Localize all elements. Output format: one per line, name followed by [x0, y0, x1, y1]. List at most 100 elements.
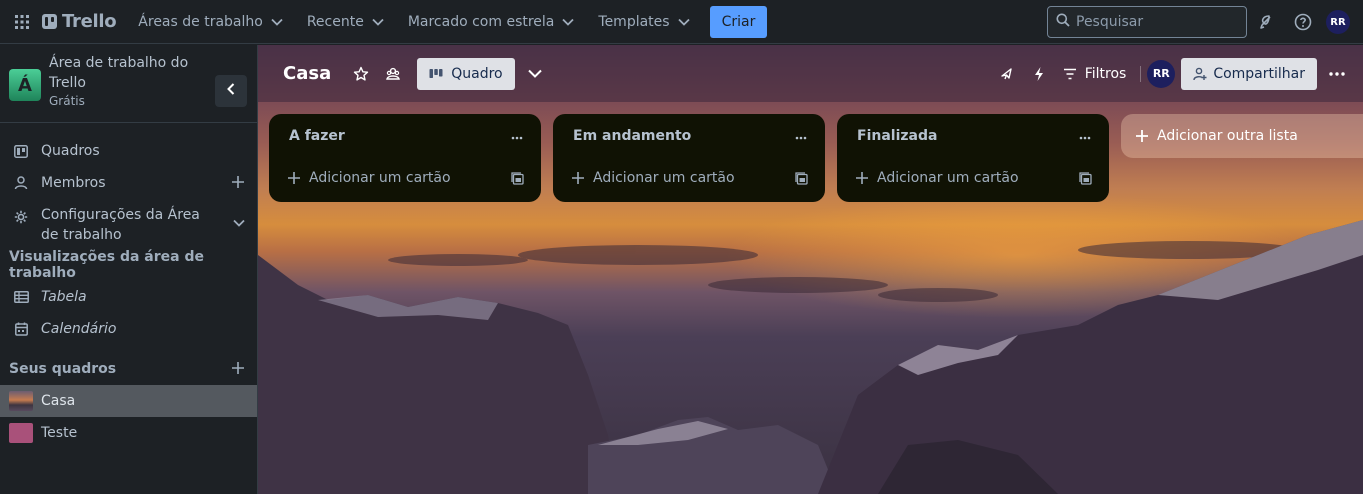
- power-ups-icon[interactable]: [991, 58, 1023, 90]
- collapse-sidebar-button[interactable]: [215, 75, 247, 107]
- star-icon[interactable]: [345, 58, 377, 90]
- add-card-button[interactable]: Adicionar um cartão: [277, 162, 533, 194]
- workspace-views-heading: Visualizações da área de trabalho: [0, 249, 257, 281]
- add-person-icon: [1193, 67, 1207, 81]
- chevron-down-icon: [372, 18, 384, 26]
- menu-workspaces-label: Áreas de trabalho: [138, 13, 263, 30]
- chevron-down-icon: [271, 18, 283, 26]
- sidebar-item-boards[interactable]: Quadros: [0, 135, 257, 167]
- board-member-initials: RR: [1152, 67, 1170, 80]
- menu-templates-label: Templates: [598, 13, 670, 30]
- menu-recent-label: Recente: [306, 13, 364, 30]
- list-em-andamento[interactable]: Em andamento Adicionar um cartão: [553, 114, 825, 202]
- list-title[interactable]: Finalizada: [857, 128, 937, 144]
- sidebar-item-settings[interactable]: Configurações da Área de trabalho: [0, 199, 257, 249]
- search-input[interactable]: [1076, 14, 1236, 30]
- add-list-button[interactable]: Adicionar outra lista: [1121, 114, 1363, 158]
- person-icon: [13, 175, 29, 191]
- workspace-name[interactable]: Área de trabalho do Trello: [49, 53, 199, 93]
- plus-icon: [1135, 129, 1149, 143]
- board-thumbnail: [9, 423, 33, 443]
- add-card-button[interactable]: Adicionar um cartão: [561, 162, 817, 194]
- board-title[interactable]: Casa: [283, 63, 331, 84]
- automation-icon[interactable]: [1023, 58, 1055, 90]
- create-button[interactable]: Criar: [709, 5, 768, 38]
- card-template-icon[interactable]: [509, 170, 525, 186]
- sidebar-item-label: Configurações da Área de trabalho: [41, 207, 200, 243]
- workspace-badge[interactable]: Á: [9, 69, 41, 101]
- board-icon: [13, 143, 29, 159]
- sidebar-item-calendar[interactable]: Calendário: [0, 313, 257, 345]
- more-options-icon[interactable]: [1321, 58, 1353, 90]
- share-button[interactable]: Compartilhar: [1181, 57, 1317, 90]
- board-name: Teste: [41, 425, 78, 441]
- header-divider: [1140, 65, 1142, 82]
- chevron-down-icon[interactable]: [519, 58, 551, 90]
- sidebar-item-label: Calendário: [41, 321, 117, 337]
- share-label: Compartilhar: [1213, 65, 1305, 82]
- add-card-button[interactable]: Adicionar um cartão: [845, 162, 1101, 194]
- filters-button[interactable]: Filtros: [1063, 65, 1127, 82]
- menu-starred[interactable]: Marcado com estrela: [398, 6, 585, 38]
- list-finalizada[interactable]: Finalizada Adicionar um cartão: [837, 114, 1109, 202]
- account-avatar[interactable]: RR: [1326, 10, 1350, 34]
- board-view-label: Quadro: [451, 65, 503, 82]
- calendar-icon: [13, 321, 29, 337]
- menu-recent[interactable]: Recente: [297, 6, 394, 38]
- table-icon: [13, 289, 29, 305]
- search-icon: [1056, 13, 1070, 31]
- chevron-down-icon: [677, 18, 690, 26]
- card-template-icon[interactable]: [793, 170, 809, 186]
- help-icon[interactable]: [1291, 10, 1315, 34]
- menu-templates[interactable]: Templates: [588, 6, 699, 38]
- plus-icon: [287, 171, 301, 185]
- app-switcher-icon[interactable]: [6, 6, 38, 38]
- board-header: Casa Quadro Filtros RR Compartilhar: [258, 45, 1363, 102]
- sidebar-item-members[interactable]: Membros: [0, 167, 257, 199]
- workspace-plan: Grátis: [49, 94, 85, 108]
- workspace-views-heading-label: Visualizações da área de trabalho: [9, 249, 204, 281]
- chevron-left-icon: [227, 83, 235, 99]
- sidebar-board-teste[interactable]: Teste: [0, 417, 257, 449]
- menu-starred-label: Marcado com estrela: [407, 13, 555, 30]
- menu-workspaces[interactable]: Áreas de trabalho: [128, 6, 293, 38]
- add-member-icon[interactable]: [231, 175, 245, 193]
- list-title[interactable]: Em andamento: [573, 128, 691, 144]
- chevron-down-icon[interactable]: [233, 215, 245, 231]
- add-board-icon[interactable]: [231, 361, 245, 379]
- account-avatar-initials: RR: [1326, 10, 1350, 34]
- list-title[interactable]: A fazer: [289, 128, 345, 144]
- sidebar-item-label: Quadros: [41, 143, 100, 159]
- card-template-icon[interactable]: [1077, 170, 1093, 186]
- add-card-label: Adicionar um cartão: [593, 170, 735, 186]
- list-menu-icon[interactable]: [503, 124, 531, 152]
- sidebar: Á Área de trabalho do Trello Grátis Quad…: [0, 45, 258, 494]
- list-menu-icon[interactable]: [1071, 124, 1099, 152]
- search-box[interactable]: [1047, 6, 1247, 38]
- add-card-label: Adicionar um cartão: [309, 170, 451, 186]
- sidebar-item-table[interactable]: Tabela: [0, 281, 257, 313]
- board-canvas: Casa Quadro Filtros RR Compartilhar A fa…: [258, 45, 1363, 494]
- sidebar-item-label: Membros: [41, 175, 106, 191]
- background-landscape: [258, 220, 1363, 494]
- top-navigation-bar: Trello Áreas de trabalho Recente Marcado…: [0, 0, 1363, 44]
- board-view-button[interactable]: Quadro: [417, 57, 515, 90]
- board-name: Casa: [41, 393, 76, 409]
- list-a-fazer[interactable]: A fazer Adicionar um cartão: [269, 114, 541, 202]
- notifications-icon[interactable]: [1255, 10, 1279, 34]
- list-menu-icon[interactable]: [787, 124, 815, 152]
- your-boards-heading: Seus quadros: [0, 353, 257, 385]
- board-member-avatar[interactable]: RR: [1147, 59, 1176, 88]
- visibility-icon[interactable]: [377, 58, 409, 90]
- add-card-label: Adicionar um cartão: [877, 170, 1019, 186]
- trello-logo[interactable]: Trello: [42, 11, 117, 32]
- board-thumbnail: [9, 391, 33, 411]
- plus-icon: [855, 171, 869, 185]
- your-boards-heading-label: Seus quadros: [9, 361, 117, 377]
- sidebar-board-casa[interactable]: Casa: [0, 385, 257, 417]
- add-list-label: Adicionar outra lista: [1157, 128, 1298, 144]
- logo-text: Trello: [62, 11, 117, 32]
- filters-label: Filtros: [1084, 65, 1127, 82]
- chevron-down-icon: [562, 18, 575, 26]
- sidebar-item-label: Tabela: [41, 289, 87, 305]
